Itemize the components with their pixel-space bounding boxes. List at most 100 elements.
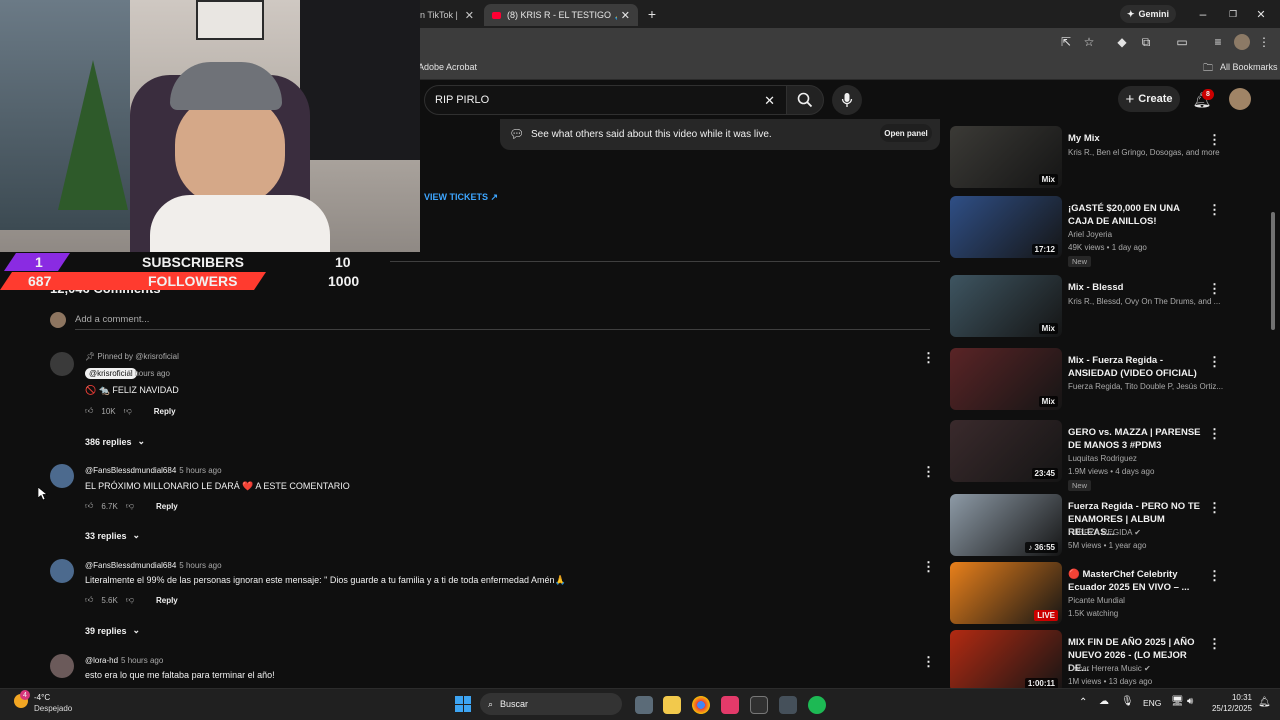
- comment-time[interactable]: 5 hours ago: [128, 369, 170, 378]
- tray-chevron-icon[interactable]: ⌃: [1079, 697, 1087, 708]
- video-more-icon[interactable]: ⋮: [1208, 354, 1221, 370]
- video-more-icon[interactable]: ⋮: [1208, 281, 1221, 297]
- extension-diamond-icon[interactable]: ◆: [1114, 34, 1130, 50]
- language-indicator[interactable]: ENG: [1143, 698, 1161, 708]
- new-tab-button[interactable]: +: [644, 5, 660, 23]
- create-button[interactable]: + Create: [1118, 86, 1180, 112]
- cloud-icon[interactable]: ☁: [1099, 696, 1109, 707]
- video-thumbnail[interactable]: 23:45: [950, 420, 1062, 482]
- voice-search-button[interactable]: [832, 85, 862, 115]
- comment-author[interactable]: @FansBlessdmundial684: [85, 561, 176, 570]
- app-icon[interactable]: [750, 696, 768, 714]
- video-channel[interactable]: FUERZA REGIDA ✔: [1068, 528, 1228, 537]
- view-tickets-link[interactable]: VIEW TICKETS ↗: [424, 192, 498, 203]
- video-more-icon[interactable]: ⋮: [1208, 426, 1221, 442]
- video-thumbnail[interactable]: 17:12: [950, 196, 1062, 258]
- comment-more-icon[interactable]: ⋮: [922, 654, 935, 670]
- comment-more-icon[interactable]: ⋮: [922, 464, 935, 480]
- recommended-video[interactable]: 1:00:11 MIX FIN DE AÑO 2025 | AÑO NUEVO …: [950, 630, 1270, 694]
- replies-toggle[interactable]: 39 replies ⌄: [85, 625, 140, 636]
- replies-toggle[interactable]: 386 replies ⌄: [85, 436, 145, 447]
- close-window-icon[interactable]: ✕: [1254, 6, 1268, 22]
- video-title[interactable]: My Mix: [1068, 132, 1204, 145]
- video-title[interactable]: Mix - Blessd: [1068, 281, 1204, 294]
- all-bookmarks[interactable]: All Bookmarks: [1220, 62, 1278, 72]
- spotify-icon[interactable]: [808, 696, 826, 714]
- like-icon[interactable]: 👍︎: [85, 595, 93, 605]
- restore-icon[interactable]: ❐: [1226, 6, 1240, 22]
- file-explorer-icon[interactable]: [663, 696, 681, 714]
- gemini-button[interactable]: ✦ Gemini: [1120, 5, 1176, 23]
- replies-toggle[interactable]: 33 replies ⌄: [85, 530, 140, 541]
- reply-button[interactable]: Reply: [156, 596, 178, 605]
- recommended-video[interactable]: Mix Mix - Fuerza Regida - ANSIEDAD (VIDE…: [950, 348, 1270, 412]
- network-icon[interactable]: 🖥︎: [1171, 696, 1184, 707]
- video-thumbnail[interactable]: Mix: [950, 348, 1062, 410]
- video-more-icon[interactable]: ⋮: [1208, 132, 1221, 148]
- comment-time[interactable]: 5 hours ago: [179, 466, 221, 475]
- bookmark-adobe-acrobat[interactable]: Adobe Acrobat: [418, 62, 477, 72]
- add-comment-input[interactable]: Add a comment...: [75, 314, 149, 325]
- video-channel[interactable]: Kris R., Blessd, Ovy On The Drums, and .…: [1068, 297, 1228, 306]
- taskbar-search-box[interactable]: ⌕ Buscar: [480, 693, 622, 715]
- minimize-icon[interactable]: –: [1196, 6, 1210, 22]
- comment-time[interactable]: 5 hours ago: [179, 561, 221, 570]
- install-app-icon[interactable]: ⇱: [1058, 34, 1074, 50]
- dislike-icon[interactable]: 👎︎: [124, 406, 132, 416]
- search-input[interactable]: RIP PIRLO ✕: [424, 85, 788, 115]
- dislike-icon[interactable]: 👎︎: [126, 595, 134, 605]
- video-thumbnail[interactable]: Mix: [950, 126, 1062, 188]
- video-more-icon[interactable]: ⋮: [1208, 500, 1221, 516]
- video-title[interactable]: 🔴 MasterChef Celebrity Ecuador 2025 EN V…: [1068, 568, 1204, 594]
- close-icon[interactable]: ✕: [465, 9, 474, 22]
- video-thumbnail[interactable]: 1:00:11: [950, 630, 1062, 692]
- weather-temp[interactable]: -4°C: [34, 693, 50, 702]
- account-avatar[interactable]: [1229, 88, 1251, 110]
- comment-author[interactable]: @FansBlessdmundial684: [85, 466, 176, 475]
- comment-more-icon[interactable]: ⋮: [922, 559, 935, 575]
- like-icon[interactable]: 👍︎: [85, 406, 93, 416]
- clock-time[interactable]: 10:31: [1230, 693, 1252, 702]
- media-controls-icon[interactable]: ≡: [1210, 34, 1226, 50]
- comment-avatar[interactable]: [50, 559, 74, 583]
- video-thumbnail[interactable]: Mix: [950, 275, 1062, 337]
- video-channel[interactable]: Kris R., Ben el Gringo, Dosogas, and mor…: [1068, 148, 1228, 157]
- recommended-video[interactable]: 23:45 GERO vs. MAZZA | PARENSE DE MANOS …: [950, 420, 1270, 491]
- video-channel[interactable]: Fuerza Regida, Tito Double P, Jesús Orti…: [1068, 382, 1228, 391]
- comment-more-icon[interactable]: ⋮: [922, 350, 935, 366]
- more-menu-icon[interactable]: ⋮: [1258, 34, 1270, 50]
- search-button[interactable]: [786, 85, 824, 115]
- extensions-puzzle-icon[interactable]: ⧉: [1138, 34, 1154, 50]
- recommended-video[interactable]: ♪ 36:55 Fuerza Regida - PERO NO TE ENAMO…: [950, 494, 1270, 558]
- video-channel[interactable]: Ariel Joyeria: [1068, 230, 1228, 239]
- video-title[interactable]: ¡GASTÉ $20,000 EN UNA CAJA DE ANILLOS!: [1068, 202, 1204, 228]
- video-channel[interactable]: Luquitas Rodriguez: [1068, 454, 1228, 463]
- comment-avatar[interactable]: [50, 464, 74, 488]
- video-title[interactable]: Mix - Fuerza Regida - ANSIEDAD (VIDEO OF…: [1068, 354, 1204, 380]
- tab-tiktok[interactable]: n TikTok | ✕: [412, 4, 482, 26]
- open-panel-button[interactable]: Open panel: [880, 124, 932, 142]
- reply-button[interactable]: Reply: [154, 407, 176, 416]
- comment-avatar[interactable]: [50, 352, 74, 376]
- close-icon[interactable]: ✕: [621, 9, 630, 22]
- volume-icon[interactable]: 🔊︎: [1187, 696, 1193, 707]
- windows-start-icon[interactable]: [455, 696, 471, 712]
- comment-author[interactable]: @lora-hd: [85, 656, 118, 665]
- profile-avatar[interactable]: [1234, 34, 1250, 50]
- app-icon[interactable]: [779, 696, 797, 714]
- task-view-icon[interactable]: [635, 696, 653, 714]
- tiktok-icon[interactable]: [721, 696, 739, 714]
- video-channel[interactable]: Oscar Herrera Music ✔: [1068, 664, 1228, 673]
- clock-date[interactable]: 25/12/2025: [1208, 704, 1252, 713]
- dislike-icon[interactable]: 👎︎: [126, 501, 134, 511]
- microphone-tray-icon[interactable]: 🎙︎: [1121, 696, 1134, 707]
- video-more-icon[interactable]: ⋮: [1208, 202, 1221, 218]
- recommended-video[interactable]: 17:12 ¡GASTÉ $20,000 EN UNA CAJA DE ANIL…: [950, 196, 1270, 267]
- reply-button[interactable]: Reply: [156, 502, 178, 511]
- clear-search-icon[interactable]: ✕: [764, 93, 775, 109]
- weather-desc[interactable]: Despejado: [34, 704, 72, 713]
- video-more-icon[interactable]: ⋮: [1208, 636, 1221, 652]
- like-icon[interactable]: 👍︎: [85, 501, 93, 511]
- recommended-video[interactable]: LIVE 🔴 MasterChef Celebrity Ecuador 2025…: [950, 562, 1270, 626]
- video-thumbnail[interactable]: LIVE: [950, 562, 1062, 624]
